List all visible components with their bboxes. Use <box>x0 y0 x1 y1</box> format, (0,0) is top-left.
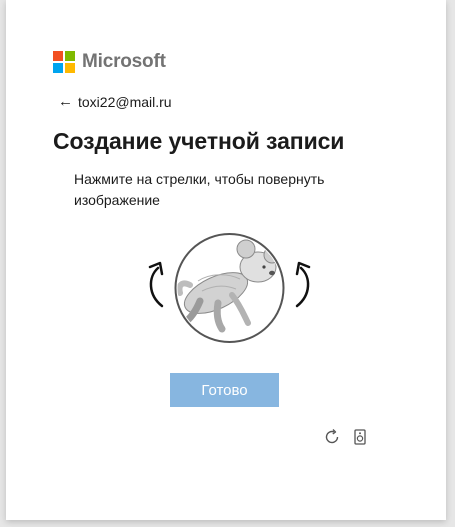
back-arrow-icon[interactable]: ← <box>58 93 74 111</box>
signup-card: Microsoft ← toxi22@mail.ru Создание учет… <box>6 0 446 520</box>
rotation-puzzle <box>140 233 315 345</box>
audio-icon[interactable] <box>351 428 369 446</box>
brand-name: Microsoft <box>82 51 166 72</box>
done-button[interactable]: Готово <box>170 373 279 407</box>
refresh-icon[interactable] <box>323 428 341 446</box>
microsoft-logo-icon <box>53 51 75 73</box>
challenge-tools <box>323 428 369 446</box>
page-title: Создание учетной записи <box>53 128 345 154</box>
identity-row: ← toxi22@mail.ru <box>58 93 172 111</box>
account-email: toxi22@mail.ru <box>78 94 172 110</box>
rotate-right-icon[interactable] <box>285 258 315 313</box>
instruction-text: Нажмите на стрелки, чтобы повернуть изоб… <box>74 171 325 208</box>
microsoft-logo: Microsoft <box>53 50 166 74</box>
rotate-left-icon[interactable] <box>140 258 170 313</box>
puzzle-image <box>174 233 285 343</box>
